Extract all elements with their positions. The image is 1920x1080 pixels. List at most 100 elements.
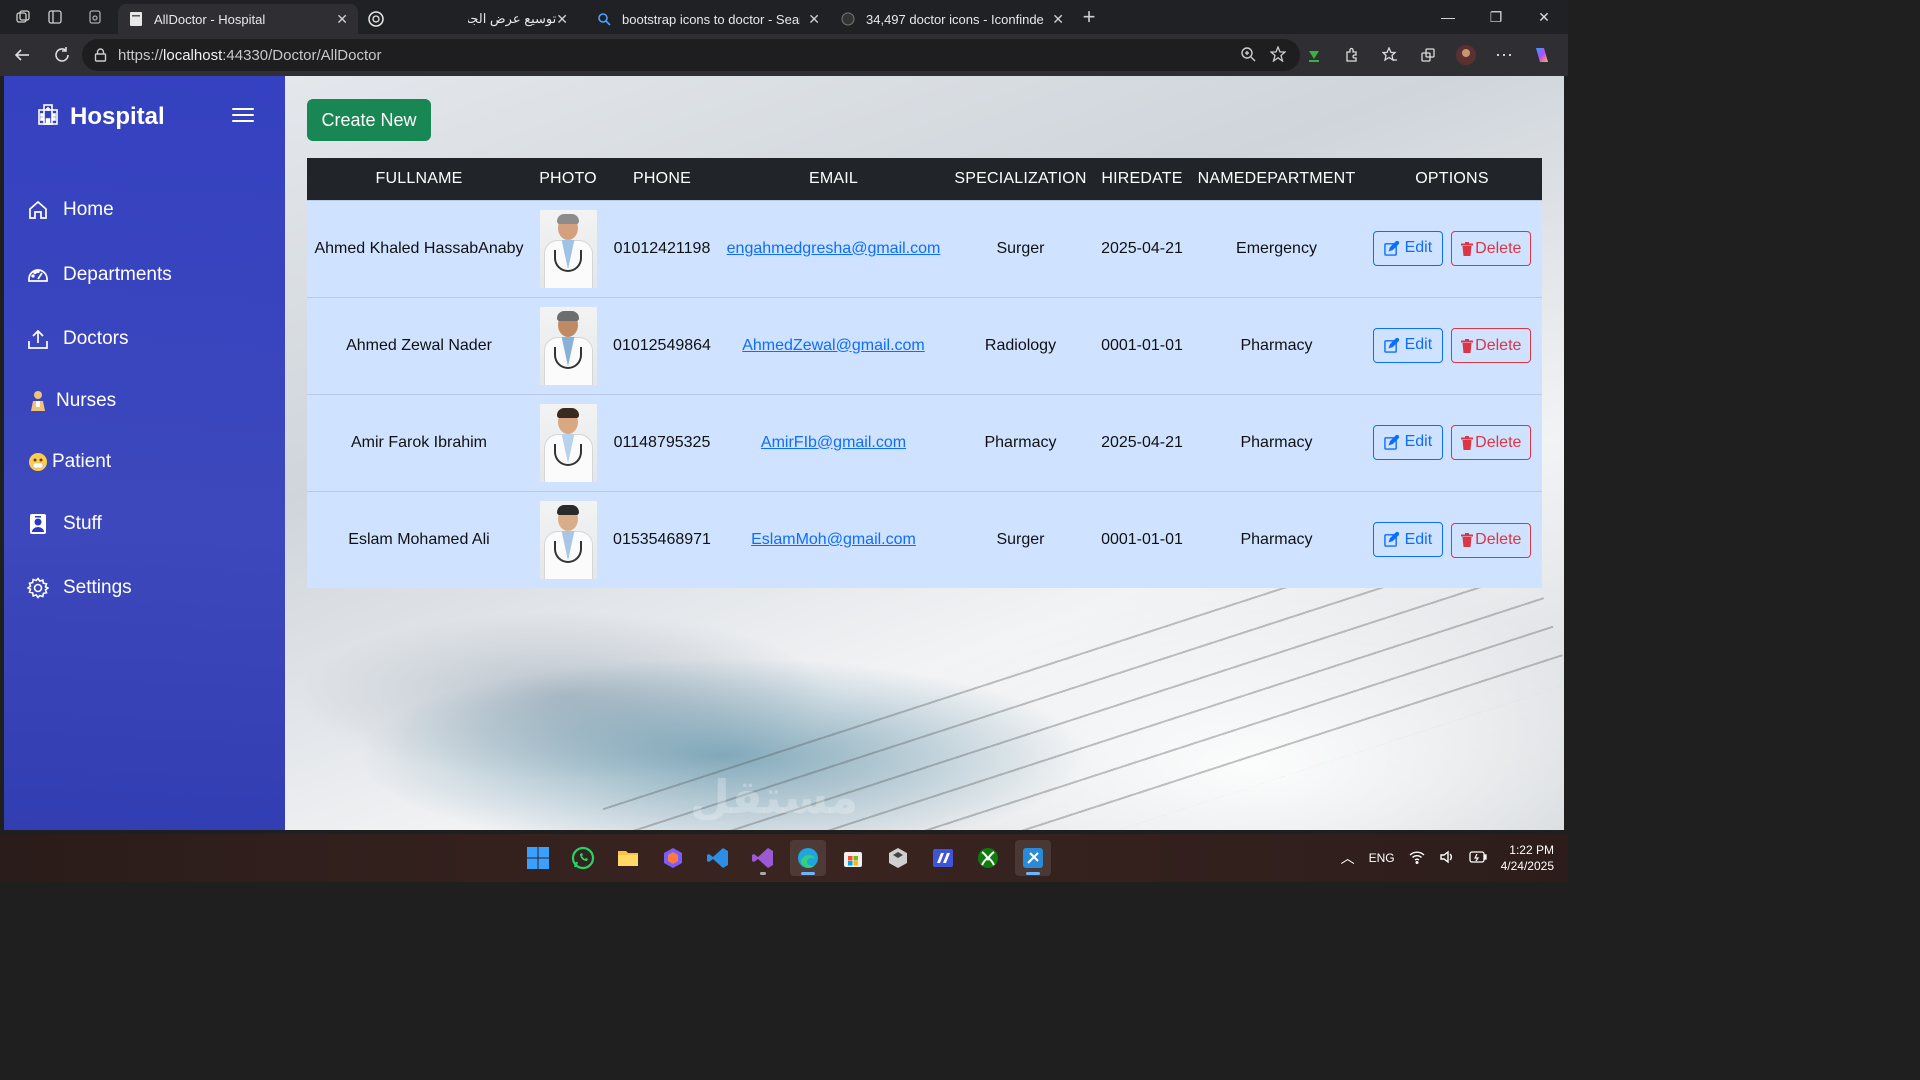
sidebar-item-home[interactable]: Home (26, 198, 114, 222)
clock[interactable]: 1:22 PM 4/24/2025 (1501, 842, 1554, 874)
tab-iconfinder[interactable]: 34,497 doctor icons - Iconfinder ✕ (830, 4, 1074, 34)
chevron-up-icon[interactable]: ︿ (1341, 848, 1355, 868)
workspaces-icon[interactable] (14, 8, 32, 26)
close-tab-icon[interactable]: ✕ (336, 11, 348, 28)
photo-cell (531, 491, 605, 588)
edit-button[interactable]: Edit (1372, 230, 1444, 266)
sidebar-item-nurses[interactable]: Nurses (26, 389, 116, 413)
edge-icon[interactable] (790, 840, 826, 876)
pencil-square-icon (1383, 240, 1399, 256)
download-icon[interactable] (1298, 38, 1330, 72)
browser-tab-bar: AllDoctor - Hospital ✕ ✕ توسيع عرض الجدو… (0, 0, 1568, 34)
delete-button[interactable]: Delete (1451, 522, 1532, 558)
fullname-cell: Ahmed Khaled HassabAnaby (314, 239, 524, 257)
sidebar-item-doctors[interactable]: Doctors (26, 327, 128, 351)
language-indicator[interactable]: ENG (1369, 851, 1395, 865)
favorites-icon[interactable] (1374, 38, 1406, 72)
zoom-icon[interactable] (1240, 46, 1256, 66)
table-row: Eslam Mohamed Ali 01535468971 EslamMoh@g… (307, 491, 1542, 588)
column-header[interactable]: PHOTO (531, 158, 605, 200)
close-tab-icon[interactable]: ✕ (1052, 11, 1064, 28)
options-cell: Edit Delete (1362, 394, 1542, 491)
email-cell: AhmedZewal@gmail.com (719, 297, 948, 394)
close-tab-icon[interactable]: ✕ (808, 11, 820, 28)
edit-button[interactable]: Edit (1372, 424, 1444, 460)
tab-arabic[interactable]: ✕ توسيع عرض الجدول (458, 4, 586, 34)
delete-label: Delete (1475, 433, 1522, 451)
tab-alldoctor[interactable]: AllDoctor - Hospital ✕ (118, 4, 358, 34)
store-icon[interactable] (835, 840, 871, 876)
vscode-icon[interactable] (700, 840, 736, 876)
sidebar-item-settings[interactable]: Settings (26, 576, 132, 600)
doctor-photo[interactable] (539, 403, 597, 482)
doctor-photo[interactable] (539, 306, 597, 385)
visual-studio-icon[interactable] (745, 840, 781, 876)
volume-icon[interactable] (1439, 850, 1455, 867)
menu-toggle-icon[interactable] (232, 105, 254, 125)
collections-icon[interactable] (1412, 38, 1444, 72)
specialization-cell: Pharmacy (984, 433, 1057, 451)
edit-button[interactable]: Edit (1372, 522, 1444, 557)
profile-avatar[interactable] (1450, 38, 1482, 72)
start-icon[interactable] (520, 840, 556, 876)
delete-button[interactable]: Delete (1451, 425, 1532, 461)
hiredate-cell: 2025-04-21 (1101, 239, 1183, 257)
hiredate-cell: 2025-04-21 (1101, 433, 1183, 451)
specialization-cell: Surger (996, 239, 1045, 257)
sidebar-item-stuff[interactable]: Stuff (26, 512, 102, 536)
brand[interactable]: Hospital (36, 102, 165, 131)
unity-icon[interactable] (880, 840, 916, 876)
sidebar: Hospital Home Departments Doctors Nurses… (4, 76, 285, 830)
doctor-photo[interactable] (539, 209, 597, 288)
file-explorer-icon[interactable] (610, 840, 646, 876)
ssms-icon[interactable] (925, 840, 961, 876)
column-header[interactable]: NAMEDEPARTMENT (1191, 158, 1362, 200)
hexagon-app-icon[interactable] (655, 840, 691, 876)
new-tab-icon[interactable]: + (1080, 4, 1098, 29)
restore-icon[interactable]: ❐ (1472, 0, 1520, 34)
extensions-icon[interactable] (1336, 38, 1368, 72)
favorite-star-icon[interactable] (1269, 45, 1287, 66)
email-link[interactable]: AmirFIb@gmail.com (761, 434, 906, 451)
column-header[interactable]: HIREDATE (1093, 158, 1191, 200)
tab-bing-search[interactable]: bootstrap icons to doctor - Search ✕ (586, 4, 830, 34)
sidebar-item-label: Departments (63, 264, 172, 285)
close-window-icon[interactable]: ✕ (1520, 0, 1568, 34)
column-header[interactable]: OPTIONS (1362, 158, 1542, 200)
tab-title: bootstrap icons to doctor - Search (622, 11, 801, 27)
tab-chatgpt[interactable] (358, 4, 458, 34)
column-header[interactable]: FULLNAME (307, 158, 531, 200)
xbox-icon[interactable] (970, 840, 1006, 876)
lock-icon[interactable] (94, 48, 108, 62)
brand-title: Hospital (70, 102, 165, 130)
doctor-photo[interactable] (539, 500, 597, 579)
taskbar: ︿ ENG 1:22 PM 4/24/2025 (0, 834, 1568, 882)
private-tab-icon[interactable] (86, 8, 104, 26)
url-field[interactable]: https://localhost:44330/Doctor/AllDoctor (82, 39, 1300, 71)
delete-button[interactable]: Delete (1451, 328, 1532, 364)
column-header[interactable]: EMAIL (719, 158, 948, 200)
email-link[interactable]: engahmedgresha@gmail.com (727, 240, 941, 257)
column-header[interactable]: PHONE (605, 158, 719, 200)
snipping-tool-icon[interactable] (1015, 840, 1051, 876)
sidebar-item-departments[interactable]: Departments (26, 263, 172, 287)
create-new-button[interactable]: Create New (307, 99, 431, 141)
sidebar-item-patient[interactable]: Patient (26, 450, 111, 474)
more-menu-icon[interactable]: ⋯ (1488, 38, 1520, 72)
close-tab-icon[interactable]: ✕ (556, 11, 568, 28)
battery-icon[interactable] (1468, 850, 1487, 866)
fullname-cell: Amir Farok Ibrahim (350, 433, 488, 451)
edit-button[interactable]: Edit (1372, 327, 1444, 363)
back-icon[interactable] (4, 37, 40, 73)
column-header[interactable]: SPECIALIZATION (948, 158, 1093, 200)
wifi-icon[interactable] (1409, 850, 1425, 867)
refresh-icon[interactable] (44, 37, 80, 73)
email-link[interactable]: AhmedZewal@gmail.com (742, 337, 925, 354)
email-link[interactable]: EslamMoh@gmail.com (751, 531, 916, 548)
delete-button[interactable]: Delete (1451, 231, 1532, 267)
copilot-icon[interactable] (1526, 38, 1558, 72)
whatsapp-icon[interactable] (565, 840, 601, 876)
minimize-icon[interactable]: — (1424, 0, 1472, 34)
tab-actions-icon[interactable] (46, 8, 64, 26)
hiredate-cell: 0001-01-01 (1101, 530, 1183, 548)
